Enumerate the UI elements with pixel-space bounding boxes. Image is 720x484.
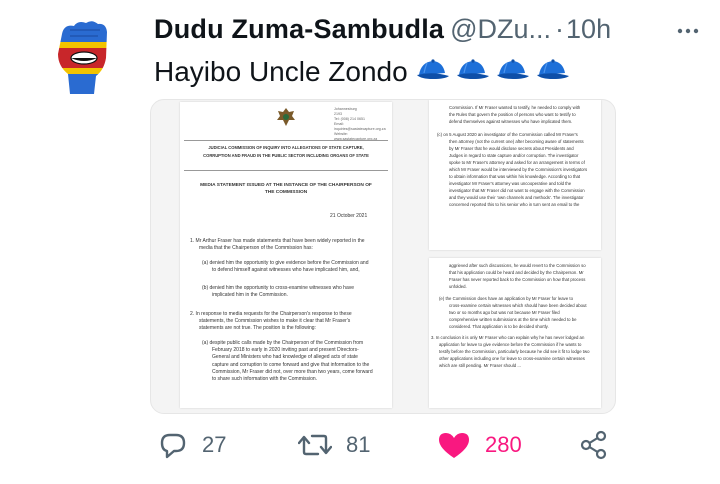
text-line: (a) despite public calls made by the Cha…	[202, 340, 364, 346]
text-line: investigator that Mr Fraser did not want…	[449, 188, 585, 193]
text-line: which are still pending. Mr Fraser shoul…	[439, 363, 521, 368]
address-line: Email: inquiries@sastatecapture.org.za	[334, 122, 386, 131]
heading-line1: MEDIA STATEMENT ISSUED AT THE INSTANCE O…	[200, 183, 372, 188]
reply-button[interactable]: 27	[158, 428, 226, 462]
separator-dot: ·	[555, 14, 565, 44]
text-line: Commission. If Mr Fraser wanted to testi…	[449, 105, 581, 110]
commission-name-line1: JUDICIAL COMMISSION OF INQUIRY INTO ALLE…	[208, 145, 364, 150]
tweet-action-bar: 27 81 280	[0, 420, 720, 470]
tweet-text: Hayibo Uncle Zondo	[154, 56, 573, 90]
tweet-media-image[interactable]: Johannesburg 2193 Tel: (008) 214 0651 Em…	[150, 99, 616, 414]
text-line: application for leave to give evidence b…	[439, 342, 582, 347]
text-line: (a) denied him the opportunity to give e…	[202, 260, 369, 266]
more-icon[interactable]	[676, 20, 700, 42]
avatar-fist-flag-image	[40, 14, 124, 98]
like-button[interactable]: 280	[437, 428, 522, 462]
blue-cap-emoji	[417, 58, 571, 80]
share-icon	[580, 430, 607, 460]
text-line: Judges in regard to state capture and/or…	[449, 153, 579, 158]
text-line: to share such information with the Commi…	[212, 376, 318, 383]
reply-icon	[160, 433, 186, 459]
tweet-body: Hayibo Uncle Zondo	[154, 56, 408, 87]
tweet-header: Dudu Zuma-Sambudla @DZu... ·10h	[154, 14, 694, 48]
paragraph-1b: (b) denied him the opportunity to cross-…	[202, 285, 388, 299]
paragraph-2: 2. In response to media requests for the…	[190, 311, 388, 333]
document-page-2: Commission. If Mr Fraser wanted to testi…	[429, 100, 601, 250]
like-count: 280	[485, 432, 522, 457]
text-line: which Mr Fraser would be interviewed by …	[449, 167, 588, 172]
text-line: 3. In conclusion it is only Mr Fraser wh…	[431, 335, 585, 340]
text-line: comprehensive written submissions at the…	[449, 317, 577, 322]
text-line: statements, the Commission wishes to mak…	[199, 318, 351, 325]
text-line: (c) on 5 August 2020 an investigator of …	[437, 132, 578, 137]
text-line: considered. That application is to be de…	[449, 324, 549, 329]
reply-count: 27	[202, 432, 227, 457]
text-line: testify before the Commission, particula…	[439, 349, 590, 354]
page2-text: Commission. If Mr Fraser wanted to testi…	[437, 104, 599, 208]
text-line: (b) denied him the opportunity to cross-…	[202, 285, 355, 291]
text-line: (e) the Commission does have an applicat…	[439, 296, 573, 301]
text-line: Commission, Mr Fraser did not, over more…	[212, 368, 373, 375]
heart-icon	[439, 433, 469, 458]
divider	[184, 170, 388, 171]
text-line: 1. Mr Arthur Fraser has made statements …	[190, 238, 365, 244]
text-line: concerned reported this to his senior wh…	[449, 202, 580, 207]
text-line: defend themselves against witnesses who …	[449, 119, 573, 124]
retweet-count: 81	[346, 432, 371, 457]
text-line: General and Ministers who had knowledge …	[212, 354, 358, 361]
text-line: spoke to Mr Fraser's attorney and asked …	[449, 160, 585, 165]
text-line: 2. In response to media requests for the…	[190, 311, 352, 317]
heading-line2: THE COMMISSION	[264, 190, 308, 195]
text-line: implicated him in the Commission.	[212, 292, 288, 299]
text-line: aggrieved after such discussions, he wou…	[449, 263, 586, 268]
statement-heading: MEDIA STATEMENT ISSUED AT THE INSTANCE O…	[186, 182, 386, 196]
text-line: and they would use their 'own channels a…	[449, 195, 584, 200]
text-line: that his application could be heard and …	[449, 270, 584, 275]
divider	[184, 140, 388, 141]
text-line: capture and corruption to come forward a…	[212, 361, 370, 368]
text-line: then attorney (not the current one) afte…	[449, 139, 584, 144]
text-line: Fraser has never reported back to the Co…	[449, 277, 586, 282]
retweet-icon	[298, 434, 332, 456]
document-page-1: Johannesburg 2193 Tel: (008) 214 0651 Em…	[180, 102, 392, 408]
text-line: February 2018 to early in 2020 inviting …	[212, 347, 359, 354]
coat-of-arms-icon	[277, 108, 295, 126]
blue-cap-emoji-group	[415, 57, 573, 90]
paragraph-2a: (a) despite public calls made by the Cha…	[202, 340, 388, 383]
text-line: investigator Mr Fraser's attorney was un…	[449, 181, 572, 186]
text-line: unfolded.	[449, 284, 467, 289]
text-line: media that the Chairperson of the Commis…	[199, 245, 313, 252]
text-line: to defend himself against witnesses who …	[212, 267, 360, 274]
paragraph-1a: (a) denied him the opportunity to give e…	[202, 260, 388, 274]
text-line: cross-examine certain witnesses which sh…	[449, 303, 587, 308]
commission-name-line2: CORRUPTION AND FRAUD IN THE PUBLIC SECTO…	[203, 153, 369, 158]
text-line: other applications including one for lea…	[439, 356, 585, 361]
commission-name: JUDICIAL COMMISSION OF INQUIRY INTO ALLE…	[186, 144, 386, 160]
paragraph-1: 1. Mr Arthur Fraser has made statements …	[190, 238, 388, 252]
page3-text: aggrieved after such discussions, he wou…	[431, 262, 599, 369]
timestamp[interactable]: 10h	[566, 14, 611, 44]
statement-date: 21 October 2021	[330, 213, 368, 219]
text-line: by Mr Fraser that he would disclose secr…	[449, 146, 574, 151]
share-button[interactable]	[579, 428, 609, 462]
text-line: statements are not true. The position is…	[199, 325, 316, 332]
avatar[interactable]	[40, 14, 124, 98]
text-line: two or so months ago but was not because…	[449, 310, 560, 315]
user-handle[interactable]: @DZu...	[450, 14, 551, 44]
document-page-3: aggrieved after such discussions, he wou…	[429, 258, 601, 408]
text-line: to obtain information that was within hi…	[449, 174, 581, 179]
display-name[interactable]: Dudu Zuma-Sambudla	[154, 14, 444, 44]
retweet-button[interactable]: 81	[298, 428, 370, 462]
text-line: the Rules that govern the position of pe…	[449, 112, 576, 117]
address-block: Johannesburg 2193 Tel: (008) 214 0651 Em…	[334, 107, 390, 142]
